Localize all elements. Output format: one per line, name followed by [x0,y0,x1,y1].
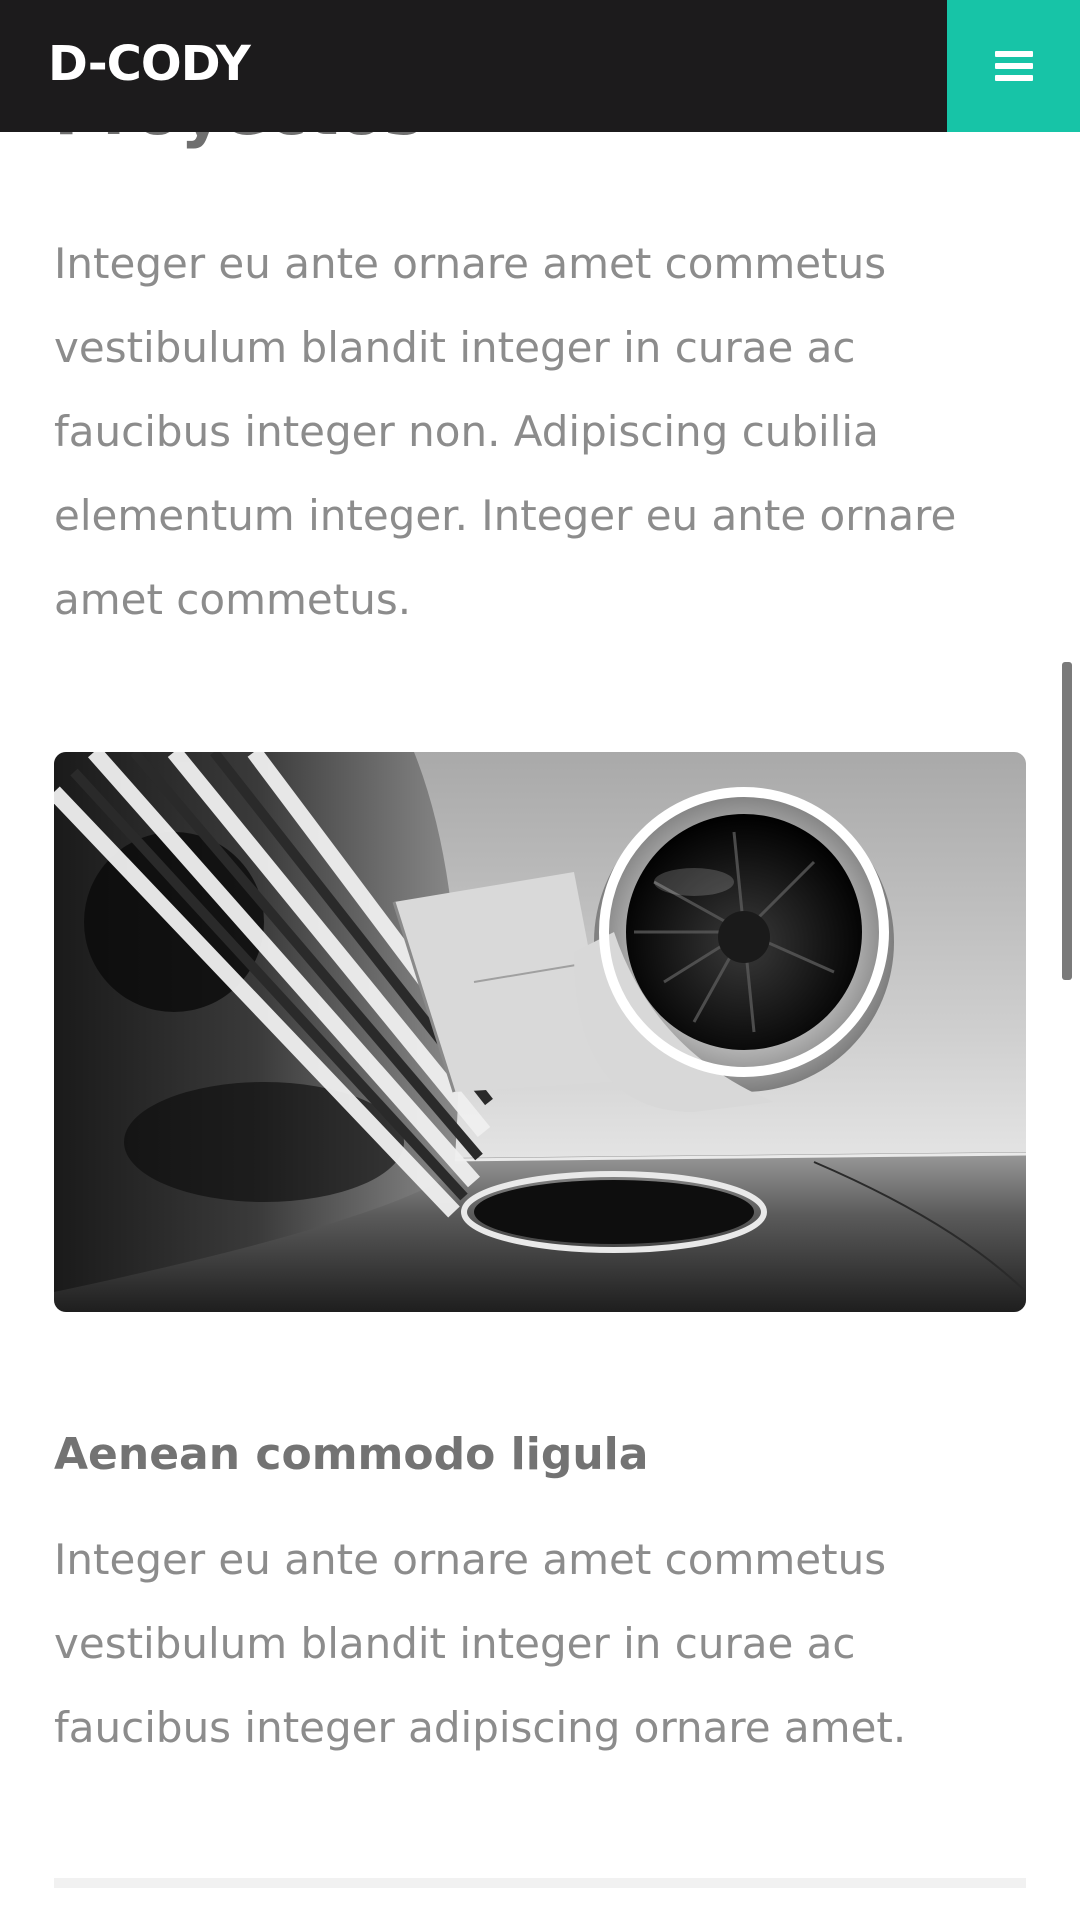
hamburger-menu-icon [994,51,1033,81]
page: Proyectos Integer eu ante ornare amet co… [0,0,1080,1920]
site-logo[interactable]: D-CODY [48,34,251,94]
section-divider [54,1878,1026,1888]
site-header: D-CODY [0,0,1080,132]
menu-button[interactable] [947,0,1080,132]
scrollbar-thumb[interactable] [1062,662,1072,980]
article-paragraph: Integer eu ante ornare amet commetus ves… [54,1535,907,1752]
jet-engine-image [54,752,1026,1312]
intro-paragraph: Integer eu ante ornare amet commetus ves… [54,239,957,624]
article-title: Aenean commodo ligula [54,1429,649,1480]
